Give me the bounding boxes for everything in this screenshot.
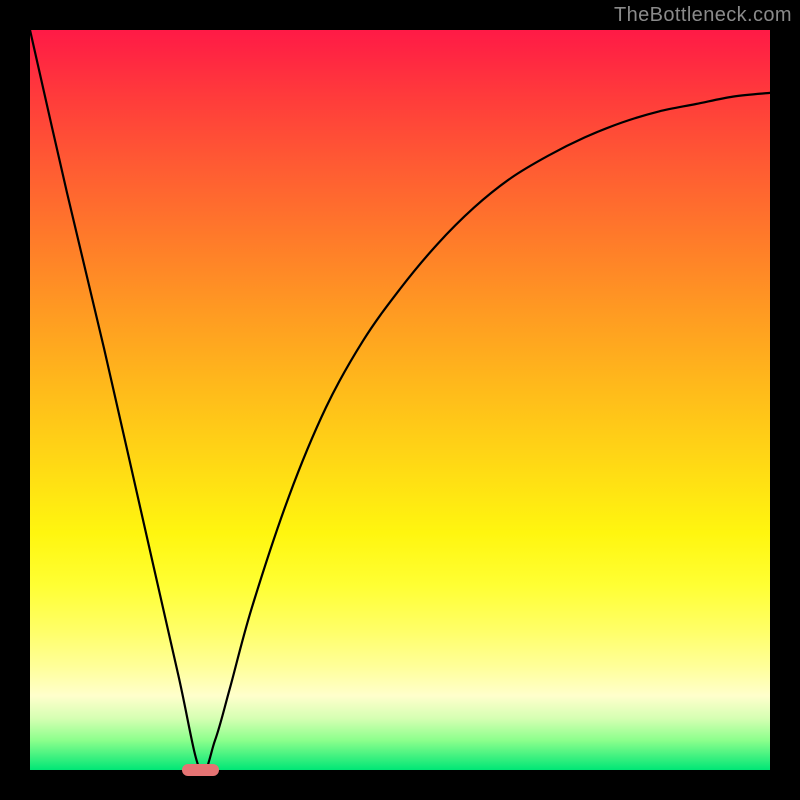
watermark-text: TheBottleneck.com [614, 4, 792, 27]
minimum-marker [182, 764, 219, 776]
bottleneck-curve [30, 30, 770, 770]
plot-area [30, 30, 770, 770]
chart-frame: TheBottleneck.com [0, 0, 800, 800]
